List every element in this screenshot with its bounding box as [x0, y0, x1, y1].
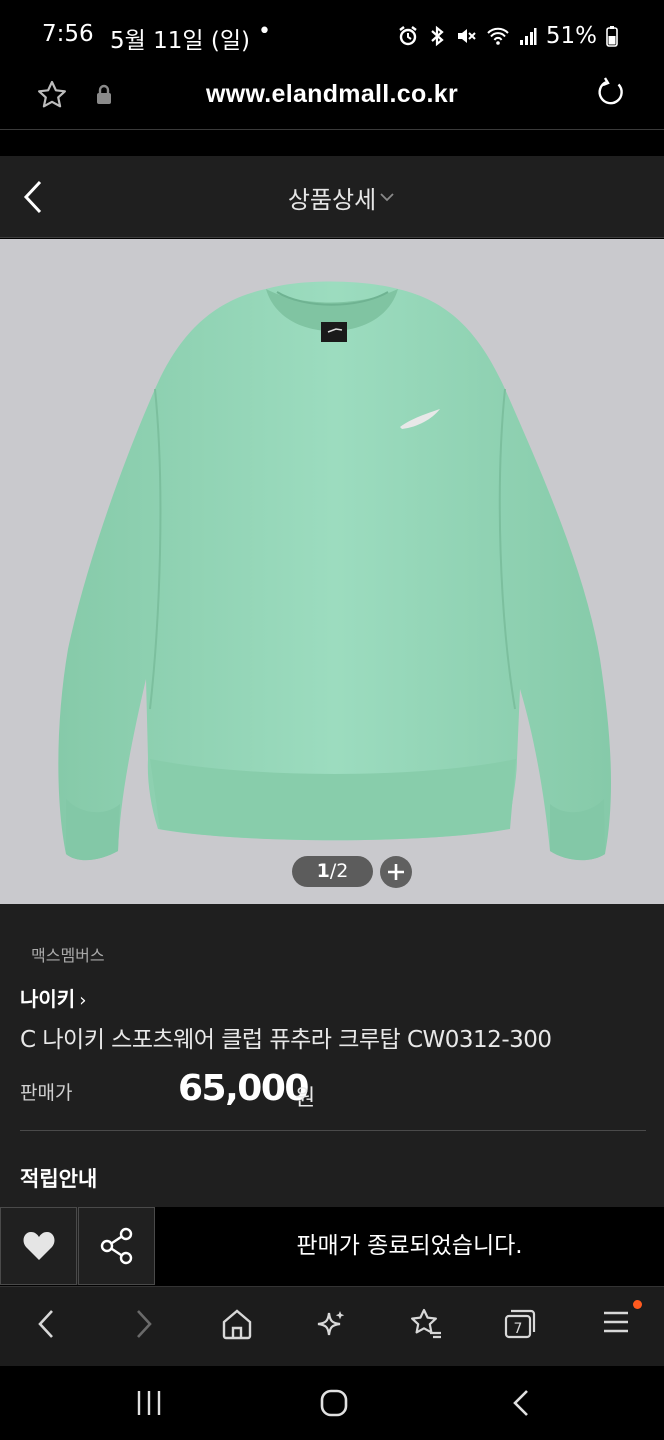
product-name: C 나이키 스포츠웨어 클럽 퓨추라 크루탑 CW0312-300 — [20, 1027, 552, 1053]
zoom-plus-button[interactable] — [380, 856, 412, 888]
browser-url-bar: www.elandmall.co.kr — [0, 72, 664, 130]
product-info: 맥스멤버스 나이키 › C 나이키 스포츠웨어 클럽 퓨추라 크루탑 CW0312… — [0, 904, 664, 1207]
reload-icon[interactable] — [594, 76, 628, 110]
wifi-icon — [487, 27, 509, 45]
hamburger-menu-icon — [604, 1311, 628, 1333]
recent-apps-icon[interactable] — [136, 1388, 162, 1418]
soldout-notice: 판매가 종료되었습니다. — [155, 1207, 664, 1285]
image-pager: 1/2 — [292, 856, 373, 887]
signal-icon — [519, 28, 537, 45]
url-address-field[interactable]: www.elandmall.co.kr — [0, 80, 664, 109]
chevron-right-icon — [137, 1310, 152, 1338]
status-time: 7:56 — [42, 21, 94, 47]
brand-name: 나이키 — [20, 987, 76, 1011]
wishlist-button[interactable] — [0, 1207, 77, 1285]
status-date: 5월 11일 (일) — [110, 28, 250, 54]
price-value: 65,000 — [178, 1068, 309, 1109]
home-icon — [222, 1309, 252, 1340]
home-button-icon[interactable] — [319, 1388, 349, 1418]
tabs-icon: 7 — [504, 1309, 536, 1339]
price-label: 판매가 — [20, 1082, 73, 1104]
share-icon — [100, 1227, 132, 1265]
plus-icon — [388, 864, 404, 880]
status-bar: 7:56 5월 11일 (일) • 51% — [0, 0, 664, 72]
action-bar: 판매가 종료되었습니다. — [0, 1207, 664, 1285]
heart-icon — [23, 1232, 54, 1260]
battery-percent: 51% — [545, 23, 597, 49]
browser-bookmarks-button[interactable] — [406, 1307, 446, 1347]
browser-back-button[interactable] — [26, 1307, 66, 1347]
browser-navigation-bar: 7 — [0, 1286, 664, 1366]
sparkle-icon — [317, 1311, 345, 1336]
browser-menu-button[interactable] — [596, 1307, 636, 1347]
browser-forward-button[interactable] — [124, 1307, 164, 1347]
page-header: 상품상세 — [0, 156, 664, 238]
tab-count: 7 — [514, 1321, 523, 1337]
chevron-left-icon — [38, 1310, 53, 1338]
status-icons: 51% — [397, 22, 618, 50]
pager-current: 1 — [316, 860, 330, 882]
page-title[interactable]: 상품상세 — [0, 180, 664, 215]
battery-icon — [606, 26, 618, 47]
header-gap — [0, 131, 664, 156]
bluetooth-icon — [431, 25, 444, 47]
system-back-icon[interactable] — [508, 1388, 534, 1418]
chevron-down-icon[interactable] — [380, 192, 394, 202]
seller-name: 맥스멤버스 — [31, 946, 105, 965]
pager-total: 2 — [336, 860, 349, 882]
notification-dot — [633, 1300, 642, 1309]
price-unit: 원 — [295, 1086, 316, 1111]
share-button[interactable] — [78, 1207, 155, 1285]
alarm-icon — [399, 26, 417, 46]
status-dot: • — [258, 19, 271, 44]
system-navigation-bar — [0, 1366, 664, 1440]
divider — [20, 1130, 646, 1131]
points-info-heading[interactable]: 적립안내 — [20, 1163, 97, 1193]
browser-home-button[interactable] — [217, 1307, 257, 1347]
browser-tabs-button[interactable]: 7 — [500, 1307, 540, 1347]
product-image[interactable]: 1/2 — [0, 239, 664, 904]
mute-icon — [457, 29, 476, 43]
browser-ai-button[interactable] — [311, 1307, 351, 1347]
brand-link[interactable]: 나이키 › — [20, 983, 86, 1012]
sweatshirt-image — [58, 281, 612, 861]
chevron-right-icon: › — [79, 990, 87, 1011]
star-icon — [411, 1308, 441, 1339]
